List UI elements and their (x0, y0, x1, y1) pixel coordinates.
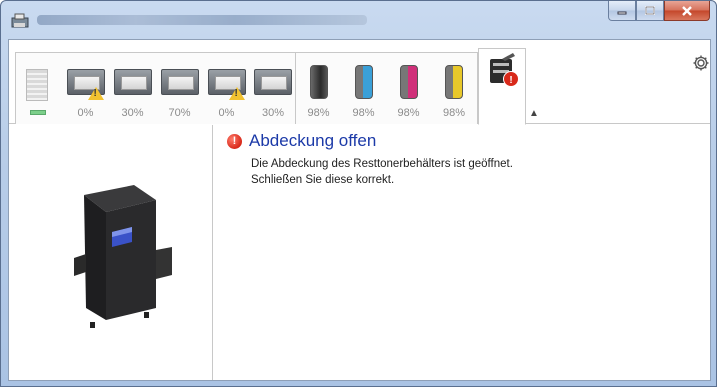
printer-device-image (74, 185, 172, 328)
maximize-icon (645, 5, 655, 15)
tray-percent: 30% (121, 107, 144, 119)
paper-tray-icon (254, 69, 292, 95)
title-bar[interactable] (1, 1, 716, 39)
collapse-toolbar-icon[interactable]: ▲ (529, 108, 539, 119)
app-icon (11, 13, 29, 28)
device-image-pane (9, 125, 213, 380)
tray-slot-cassette-2[interactable]: 30% (109, 53, 156, 125)
toner-percent: 98% (307, 107, 330, 119)
toner-slot-cyan[interactable]: 98% (341, 53, 386, 125)
maximize-button[interactable] (636, 1, 664, 21)
tray-percent: 0% (218, 107, 235, 119)
toner-slot-black[interactable]: 98% (296, 53, 341, 125)
message-header: ! Abdeckung offen (227, 131, 513, 151)
toner-percent: 98% (397, 107, 420, 119)
warning-icon (87, 87, 104, 100)
toner-slot-yellow[interactable]: 98% (431, 53, 477, 125)
tray-slot-cassette-4[interactable]: 0% (203, 53, 250, 125)
message-body: Die Abdeckung des Resttonerbehälters ist… (251, 156, 513, 188)
close-button[interactable] (664, 1, 710, 21)
paper-level-indicator (30, 110, 46, 115)
toner-group: 98% 98% 98% 98% (296, 52, 478, 124)
client-area: 0% 30% 70% 0% 30% (8, 39, 711, 381)
minimize-icon (617, 11, 627, 14)
tray-slot-cassette-3[interactable]: 70% (156, 53, 203, 125)
toner-slot-magenta[interactable]: 98% (386, 53, 431, 125)
status-message: ! Abdeckung offen Die Abdeckung des Rest… (227, 131, 513, 188)
settings-gear-icon[interactable] (692, 54, 710, 72)
error-icon: ! (227, 133, 242, 149)
caption-buttons (608, 1, 710, 21)
paper-tray-icon (113, 69, 152, 95)
tray-percent: 0% (77, 107, 94, 119)
svg-text:!: ! (509, 75, 512, 86)
device-status-tab[interactable]: ! (478, 48, 526, 125)
message-title: Abdeckung offen (249, 131, 377, 150)
toner-magenta-icon (399, 65, 418, 99)
minimize-button[interactable] (608, 1, 636, 21)
warning-icon (228, 87, 245, 100)
status-toolbar: 0% 30% 70% 0% 30% (9, 40, 710, 125)
window-title-obscured (37, 15, 367, 25)
tray-slot-manual[interactable] (16, 53, 62, 125)
printer-error-icon: ! (490, 53, 519, 87)
toner-black-icon (309, 65, 328, 99)
toner-yellow-icon (445, 65, 463, 99)
toner-percent: 98% (352, 107, 375, 119)
message-line-2: Schließen Sie diese korrekt. (251, 174, 395, 186)
paper-stack-icon (26, 69, 48, 101)
paper-tray-icon (160, 69, 199, 95)
message-line-1: Die Abdeckung des Resttonerbehälters ist… (251, 158, 513, 170)
tray-slot-cassette-5[interactable]: 30% (250, 53, 296, 125)
toner-cyan-icon (354, 65, 373, 99)
close-icon (682, 5, 692, 16)
paper-tray-group: 0% 30% 70% 0% 30% (15, 52, 296, 124)
tray-percent: 70% (168, 107, 191, 119)
tray-percent: 30% (261, 107, 285, 119)
toner-percent: 98% (442, 107, 466, 119)
status-monitor-window: 0% 30% 70% 0% 30% (0, 0, 717, 387)
tray-slot-cassette-1[interactable]: 0% (62, 53, 109, 125)
